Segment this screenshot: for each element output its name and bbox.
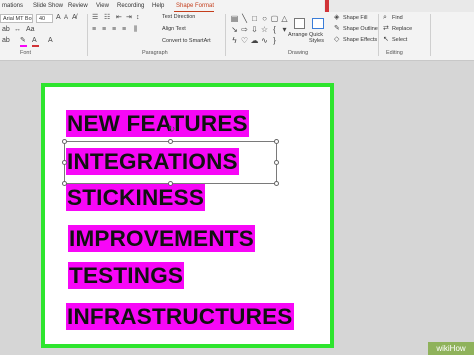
shape-outline-label[interactable]: Shape Outline (343, 26, 378, 32)
replace-label[interactable]: Replace (392, 26, 412, 32)
shape-effects-icon[interactable]: ◇ (334, 36, 339, 44)
find-icon[interactable]: ⌕ (383, 14, 387, 22)
tab-review[interactable]: Review (68, 3, 88, 9)
replace-icon[interactable]: ⇄ (383, 25, 389, 33)
separator (430, 14, 431, 56)
rounded-rect-shape-icon[interactable]: ▢ (270, 14, 279, 23)
text-direction-label[interactable]: Text Direction (162, 14, 195, 20)
font-color-icon[interactable]: A (32, 37, 37, 45)
resize-handle-bottom-right[interactable] (274, 181, 279, 186)
tab-recording[interactable]: Recording (117, 3, 144, 9)
resize-handle-top[interactable] (168, 139, 173, 144)
brace-shape-icon[interactable]: { (270, 25, 279, 34)
font-name-box[interactable]: Arial MT Bold (0, 14, 33, 23)
line-shape-icon[interactable]: ╲ (240, 14, 249, 23)
ribbon: Arial MT Bold 40 A A A̸ ab ↔ Aa ab ✎ A A… (0, 12, 474, 61)
curve-shape-icon[interactable]: ∿ (260, 36, 269, 45)
resize-handle-top-left[interactable] (62, 139, 67, 144)
align-center-icon[interactable]: ≡ (102, 26, 106, 34)
quick-styles-label[interactable]: Quick Styles (309, 32, 329, 44)
bullets-icon[interactable]: ☰ (92, 14, 98, 22)
shape-fill-label[interactable]: Shape Fill (343, 15, 367, 21)
slide-line-testings[interactable]: TESTINGS (68, 262, 185, 289)
slide-line-stickiness[interactable]: STICKINESS (66, 184, 206, 211)
highlight-icon[interactable]: ✎ (20, 37, 26, 45)
resize-handle-bottom-left[interactable] (62, 181, 67, 186)
tab-help[interactable]: Help (152, 3, 164, 9)
line-arrow-shape-icon[interactable]: ↘ (230, 25, 239, 34)
resize-handle-right[interactable] (274, 160, 279, 165)
separator (225, 14, 226, 56)
cloud-shape-icon[interactable]: ☁ (250, 36, 259, 45)
tab-view[interactable]: View (96, 3, 109, 9)
text-color-icon[interactable]: ab (2, 37, 10, 45)
numbering-icon[interactable]: ☷ (104, 14, 110, 22)
down-arrow-shape-icon[interactable]: ⇩ (250, 25, 259, 34)
triangle-shape-icon[interactable]: △ (280, 14, 289, 23)
separator (87, 14, 88, 56)
text-box-selection[interactable] (64, 141, 277, 184)
tab-shape-format[interactable]: Shape Format (176, 3, 214, 9)
editing-group-label: Editing (386, 50, 403, 56)
right-arrow-shape-icon[interactable]: ⇨ (240, 25, 249, 34)
slide-line-improvements[interactable]: IMPROVEMENTS (68, 225, 255, 252)
text-box-shape-icon[interactable]: ▤ (230, 14, 239, 23)
wikihow-watermark: wikiHow (428, 342, 474, 355)
tab-bar-right-area (324, 0, 474, 12)
shape-effects-label[interactable]: Shape Effects (343, 37, 377, 43)
arrange-icon[interactable] (294, 18, 305, 29)
clear-format-icon[interactable]: A̸ (72, 14, 77, 22)
smartart-label[interactable]: Convert to SmartArt (162, 38, 211, 44)
rectangle-shape-icon[interactable]: □ (250, 14, 259, 23)
line-spacing-icon[interactable]: ↕ (136, 14, 140, 22)
bracket-shape-icon[interactable]: } (270, 36, 279, 45)
slide-line-new-features[interactable]: NEW FEATURES (66, 110, 249, 137)
justify-icon[interactable]: ≡ (122, 26, 126, 34)
tab-animations[interactable]: mations (2, 3, 23, 9)
bold-icon[interactable]: ab (2, 26, 10, 34)
resize-handle-top-right[interactable] (274, 139, 279, 144)
resize-handle-left[interactable] (62, 160, 67, 165)
quick-styles-icon[interactable] (312, 18, 324, 29)
char-spacing-icon[interactable]: ↔ (14, 26, 21, 34)
lightning-shape-icon[interactable]: ϟ (230, 36, 239, 45)
font-group-label: Font (20, 50, 32, 56)
star-shape-icon[interactable]: ☆ (260, 25, 269, 34)
shrink-font-icon[interactable]: A (64, 14, 68, 22)
align-text-label[interactable]: Align Text (162, 26, 186, 32)
arrange-label[interactable]: Arrange (288, 32, 308, 38)
rotate-handle-icon[interactable]: ↻ (167, 125, 176, 134)
resize-handle-bottom[interactable] (168, 181, 173, 186)
align-right-icon[interactable]: ≡ (112, 26, 116, 34)
paragraph-group-label: Paragraph (142, 50, 168, 56)
font-size-box[interactable]: 40 (36, 14, 53, 23)
separator (378, 14, 379, 56)
select-label[interactable]: Select (392, 37, 407, 43)
align-left-icon[interactable]: ≡ (92, 26, 96, 34)
slide-line-infrastructures[interactable]: INFRASTRUCTURES (66, 303, 294, 330)
shape-outline-icon[interactable]: ✎ (334, 25, 340, 33)
increase-indent-icon[interactable]: ⇥ (126, 14, 132, 22)
font-color-swatch (32, 45, 39, 47)
grow-font-icon[interactable]: A (56, 14, 61, 22)
highlight-swatch (20, 45, 27, 47)
columns-icon[interactable]: ⫼ (134, 26, 137, 34)
oval-shape-icon[interactable]: ○ (260, 14, 269, 23)
heart-shape-icon[interactable]: ♡ (240, 36, 249, 45)
tab-slide-show[interactable]: Slide Show (33, 3, 63, 9)
drawing-group-label: Drawing (288, 50, 309, 56)
select-icon[interactable]: ↖ (383, 36, 389, 44)
shape-fill-icon[interactable]: ◈ (334, 14, 339, 22)
ribbon-tab-bar: mations Slide Show Review View Recording… (0, 0, 474, 14)
decrease-indent-icon[interactable]: ⇤ (116, 14, 122, 22)
text-effects-icon[interactable]: A (48, 37, 53, 45)
change-case-icon[interactable]: Aa (26, 26, 35, 34)
find-label[interactable]: Find (392, 15, 403, 21)
